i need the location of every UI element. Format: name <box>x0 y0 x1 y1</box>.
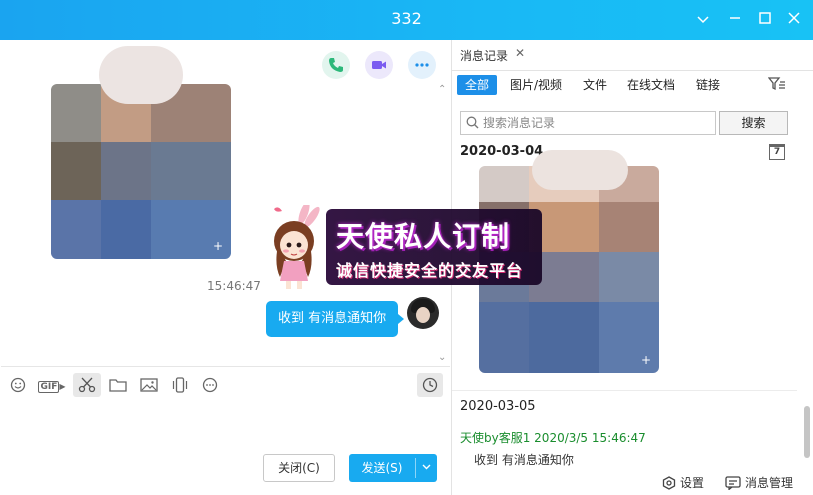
history-date-2: 2020-03-05 <box>460 399 536 414</box>
window-title: 332 <box>391 9 422 28</box>
maximize-icon[interactable] <box>755 10 775 30</box>
blurred-head <box>99 46 183 104</box>
send-options-chevron-icon[interactable] <box>416 454 437 482</box>
more-dots-icon <box>415 63 429 67</box>
video-call-button[interactable] <box>365 51 393 79</box>
cartoon-girl-icon <box>274 205 320 289</box>
search-field[interactable] <box>460 111 716 135</box>
history-date-1: 2020-03-04 <box>460 144 544 159</box>
promo-subtitle: 诚信快捷安全的交友平台 <box>336 261 524 280</box>
video-icon <box>372 61 386 69</box>
filter-media[interactable]: 图片/视频 <box>502 75 570 95</box>
history-sender-line: 天使by客服1 2020/3/5 15:46:47 <box>460 431 646 445</box>
message-manager-label: 消息管理 <box>745 476 794 490</box>
message-timestamp: 15:46:47 <box>207 279 261 293</box>
scroll-up-icon[interactable]: ⌃ <box>438 84 446 95</box>
image-message[interactable]: + <box>51 84 231 259</box>
filter-all[interactable]: 全部 <box>457 75 498 95</box>
input-toolbar: GIF ▶ <box>1 366 450 402</box>
scroll-down-icon[interactable]: ⌄ <box>438 352 446 363</box>
image-icon[interactable] <box>136 373 162 397</box>
filter-files[interactable]: 文件 <box>575 75 615 95</box>
gif-icon[interactable]: GIF ▶ <box>38 373 66 397</box>
search-icon <box>466 116 479 133</box>
scissors-icon[interactable] <box>73 373 101 397</box>
expand-icon: + <box>212 239 223 253</box>
folder-icon[interactable] <box>105 373 131 397</box>
chevron-down-icon[interactable] <box>693 10 713 30</box>
more-button[interactable] <box>408 51 436 79</box>
search-input[interactable] <box>483 114 711 132</box>
close-tab-icon[interactable]: ✕ <box>515 46 525 60</box>
settings-link[interactable]: 设置 <box>662 475 704 491</box>
history-message-text: 收到 有消息通知你 <box>474 453 574 467</box>
message-manager-link[interactable]: 消息管理 <box>725 475 793 491</box>
phone-call-button[interactable] <box>322 51 350 79</box>
tab-message-history[interactable]: 消息记录 ✕ <box>452 40 540 70</box>
filter-links[interactable]: 链接 <box>688 75 728 95</box>
send-button[interactable]: 发送(S) <box>349 454 437 482</box>
filter-online-docs[interactable]: 在线文档 <box>619 75 683 95</box>
send-label: 发送(S) <box>361 461 403 475</box>
settings-label: 设置 <box>680 476 705 490</box>
clock-history-icon[interactable] <box>417 373 443 397</box>
settings-hexagon-icon <box>662 476 676 490</box>
filter-icon[interactable] <box>767 76 786 96</box>
calendar-icon[interactable]: 7 <box>769 144 785 160</box>
promo-watermark: 天使私人订制 诚信快捷安全的交友平台 <box>264 205 546 290</box>
search-button[interactable]: 搜索 <box>719 111 788 135</box>
history-scrollbar[interactable] <box>804 406 810 458</box>
more-options-icon[interactable] <box>197 373 223 397</box>
close-button[interactable]: 关闭(C) <box>263 454 335 482</box>
minimize-icon[interactable] <box>725 10 745 30</box>
close-icon[interactable] <box>784 10 804 30</box>
shake-icon[interactable] <box>167 373 193 397</box>
promo-title: 天使私人订制 <box>336 220 511 253</box>
expand-icon: + <box>640 353 651 367</box>
message-manager-icon <box>725 476 741 491</box>
sent-message-bubble[interactable]: 收到 有消息通知你 <box>266 301 405 337</box>
blurred-head <box>532 150 628 190</box>
tab-label: 消息记录 <box>460 49 509 63</box>
emoji-icon[interactable] <box>5 373 31 397</box>
avatar[interactable] <box>407 297 439 329</box>
phone-icon <box>329 58 343 72</box>
title-bar: 332 <box>0 0 813 40</box>
